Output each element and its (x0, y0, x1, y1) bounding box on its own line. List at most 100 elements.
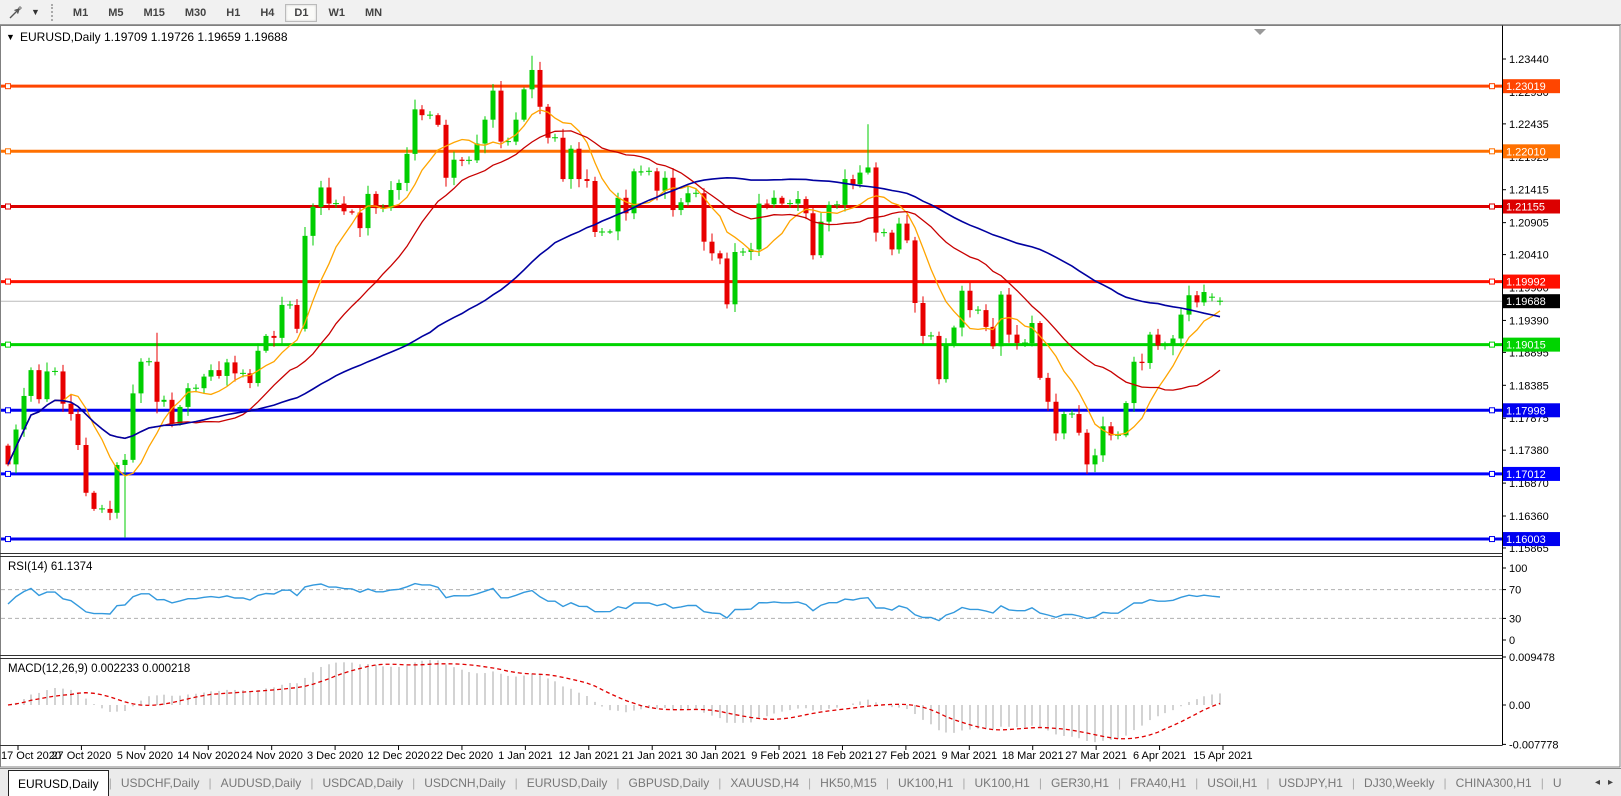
line-handle (6, 537, 11, 542)
svg-text:18 Mar 2021: 18 Mar 2021 (1002, 750, 1064, 762)
timeframe-button-W1[interactable]: W1 (319, 4, 354, 22)
chart-window[interactable]: ▼EURUSD,Daily 1.19709 1.19726 1.19659 1.… (0, 25, 1621, 768)
svg-text:1.19688: 1.19688 (1506, 296, 1546, 308)
svg-text:5 Nov 2020: 5 Nov 2020 (117, 750, 173, 762)
svg-text:RSI(14) 61.1374: RSI(14) 61.1374 (8, 561, 93, 573)
tab-scroll-left-icon[interactable]: ◂ (1591, 777, 1604, 788)
symbol-tabs: EURUSD,Daily|USDCHF,Daily|AUDUSD,Daily|U… (8, 769, 1570, 796)
timeframe-button-H4[interactable]: H4 (251, 4, 283, 22)
svg-text:1.23440: 1.23440 (1509, 54, 1549, 66)
line-handle (6, 84, 11, 89)
svg-text:24 Nov 2020: 24 Nov 2020 (240, 750, 302, 762)
tab-EURUSD-Daily[interactable]: EURUSD,Daily (8, 770, 109, 796)
timeframe-buttons: M1M5M15M30H1H4D1W1MN (63, 3, 392, 22)
svg-text:15 Apr 2021: 15 Apr 2021 (1193, 750, 1252, 762)
timeframe-button-H1[interactable]: H1 (217, 4, 249, 22)
line-handle (6, 149, 11, 154)
tab-USOil-H1[interactable]: USOil,H1 (1198, 769, 1266, 796)
svg-text:30: 30 (1509, 613, 1521, 625)
svg-text:27 Feb 2021: 27 Feb 2021 (875, 750, 937, 762)
svg-text:1.16003: 1.16003 (1506, 534, 1546, 546)
svg-text:1.17998: 1.17998 (1506, 405, 1546, 417)
line-handle (1490, 84, 1495, 89)
svg-text:12 Jan 2021: 12 Jan 2021 (558, 750, 619, 762)
svg-text:0.00: 0.00 (1509, 700, 1530, 712)
svg-text:100: 100 (1509, 563, 1527, 575)
line-handle (1490, 279, 1495, 284)
line-handle (1490, 408, 1495, 413)
svg-text:18 Feb 2021: 18 Feb 2021 (812, 750, 874, 762)
chart-title: ▼EURUSD,Daily 1.19709 1.19726 1.19659 1.… (6, 30, 288, 44)
svg-text:9 Mar 2021: 9 Mar 2021 (941, 750, 997, 762)
line-handle (1490, 471, 1495, 476)
timeframe-button-M5[interactable]: M5 (99, 4, 132, 22)
timeframe-button-MN[interactable]: MN (356, 4, 391, 22)
line-handle (6, 342, 11, 347)
svg-text:1.22435: 1.22435 (1509, 119, 1549, 131)
svg-text:27 Oct 2020: 27 Oct 2020 (51, 750, 111, 762)
svg-text:22 Dec 2020: 22 Dec 2020 (431, 750, 493, 762)
svg-text:9 Feb 2021: 9 Feb 2021 (751, 750, 807, 762)
svg-text:1.19992: 1.19992 (1506, 277, 1546, 289)
line-handle (1490, 149, 1495, 154)
tab-FRA40-H1[interactable]: FRA40,H1 (1121, 769, 1195, 796)
svg-text:1.23019: 1.23019 (1506, 81, 1546, 93)
tab-EURUSD-Daily[interactable]: EURUSD,Daily (518, 769, 617, 796)
tab-AUDUSD-Daily[interactable]: AUDUSD,Daily (212, 769, 311, 796)
timeframe-button-D1[interactable]: D1 (285, 4, 317, 22)
svg-text:1.17380: 1.17380 (1509, 445, 1549, 457)
current-price-label: 1.19688 (1503, 294, 1560, 308)
svg-text:1 Jan 2021: 1 Jan 2021 (498, 750, 552, 762)
line-handle (6, 204, 11, 209)
toolbar-grip (51, 4, 57, 21)
svg-text:27 Mar 2021: 27 Mar 2021 (1065, 750, 1127, 762)
svg-text:0: 0 (1509, 635, 1515, 647)
tab-USDCNH-Daily[interactable]: USDCNH,Daily (415, 769, 514, 796)
svg-text:3 Dec 2020: 3 Dec 2020 (307, 750, 363, 762)
svg-text:1.21415: 1.21415 (1509, 185, 1549, 197)
top-toolbar: ▼ M1M5M15M30H1H4D1W1MN (0, 0, 1621, 25)
tab-UK100-H1[interactable]: UK100,H1 (965, 769, 1038, 796)
tab-UK100-H1[interactable]: UK100,H1 (889, 769, 962, 796)
crosshair-tool-icon[interactable] (4, 2, 28, 23)
line-handle (1490, 204, 1495, 209)
dropdown-caret-icon[interactable]: ▼ (28, 7, 43, 17)
line-handle (6, 408, 11, 413)
line-handle (6, 471, 11, 476)
crosshair-tool-glyph (8, 4, 24, 20)
svg-text:1.20410: 1.20410 (1509, 250, 1549, 262)
tab-scroll-buttons: ◂ ▸ (1591, 769, 1621, 796)
tab-DJ30-Weekly[interactable]: DJ30,Weekly (1355, 769, 1443, 796)
svg-text:1.17012: 1.17012 (1506, 469, 1546, 481)
timeframe-button-M30[interactable]: M30 (176, 4, 215, 22)
svg-text:EURUSD,Daily 1.19709 1.19726: EURUSD,Daily 1.19709 1.19726 1.19659 1.1… (20, 30, 288, 44)
line-handle (1490, 537, 1495, 542)
tab-GBPUSD-Daily[interactable]: GBPUSD,Daily (620, 769, 719, 796)
svg-text:1.20905: 1.20905 (1509, 218, 1549, 230)
svg-text:1.16360: 1.16360 (1509, 511, 1549, 523)
tab-USDCHF-Daily[interactable]: USDCHF,Daily (112, 769, 209, 796)
tab-scroll-right-icon[interactable]: ▸ (1604, 777, 1617, 788)
svg-text:14 Nov 2020: 14 Nov 2020 (177, 750, 239, 762)
tab-CHINA300-H1[interactable]: CHINA300,H1 (1447, 769, 1541, 796)
tab-U[interactable]: U (1544, 769, 1571, 796)
tab-USDCAD-Daily[interactable]: USDCAD,Daily (313, 769, 412, 796)
symbol-tabbar: EURUSD,Daily|USDCHF,Daily|AUDUSD,Daily|U… (0, 768, 1621, 796)
svg-text:-0.007778: -0.007778 (1509, 739, 1559, 751)
svg-text:MACD(12,26,9) 0.002233 0.00021: MACD(12,26,9) 0.002233 0.000218 (8, 663, 190, 675)
timeframe-button-M15[interactable]: M15 (134, 4, 173, 22)
tab-HK50-M15[interactable]: HK50,M15 (811, 769, 886, 796)
tab-USDJPY-H1[interactable]: USDJPY,H1 (1269, 769, 1351, 796)
svg-text:0.009478: 0.009478 (1509, 652, 1555, 664)
line-handle (1490, 342, 1495, 347)
svg-text:30 Jan 2021: 30 Jan 2021 (685, 750, 746, 762)
svg-text:1.19015: 1.19015 (1506, 340, 1546, 352)
svg-text:70: 70 (1509, 585, 1521, 597)
svg-text:1.19390: 1.19390 (1509, 315, 1549, 327)
svg-text:6 Apr 2021: 6 Apr 2021 (1133, 750, 1186, 762)
tab-XAUUSD-H4[interactable]: XAUUSD,H4 (721, 769, 808, 796)
tab-GER30-H1[interactable]: GER30,H1 (1042, 769, 1118, 796)
timeframe-button-M1[interactable]: M1 (64, 4, 97, 22)
svg-text:1.21155: 1.21155 (1506, 201, 1545, 213)
svg-text:21 Jan 2021: 21 Jan 2021 (622, 750, 683, 762)
